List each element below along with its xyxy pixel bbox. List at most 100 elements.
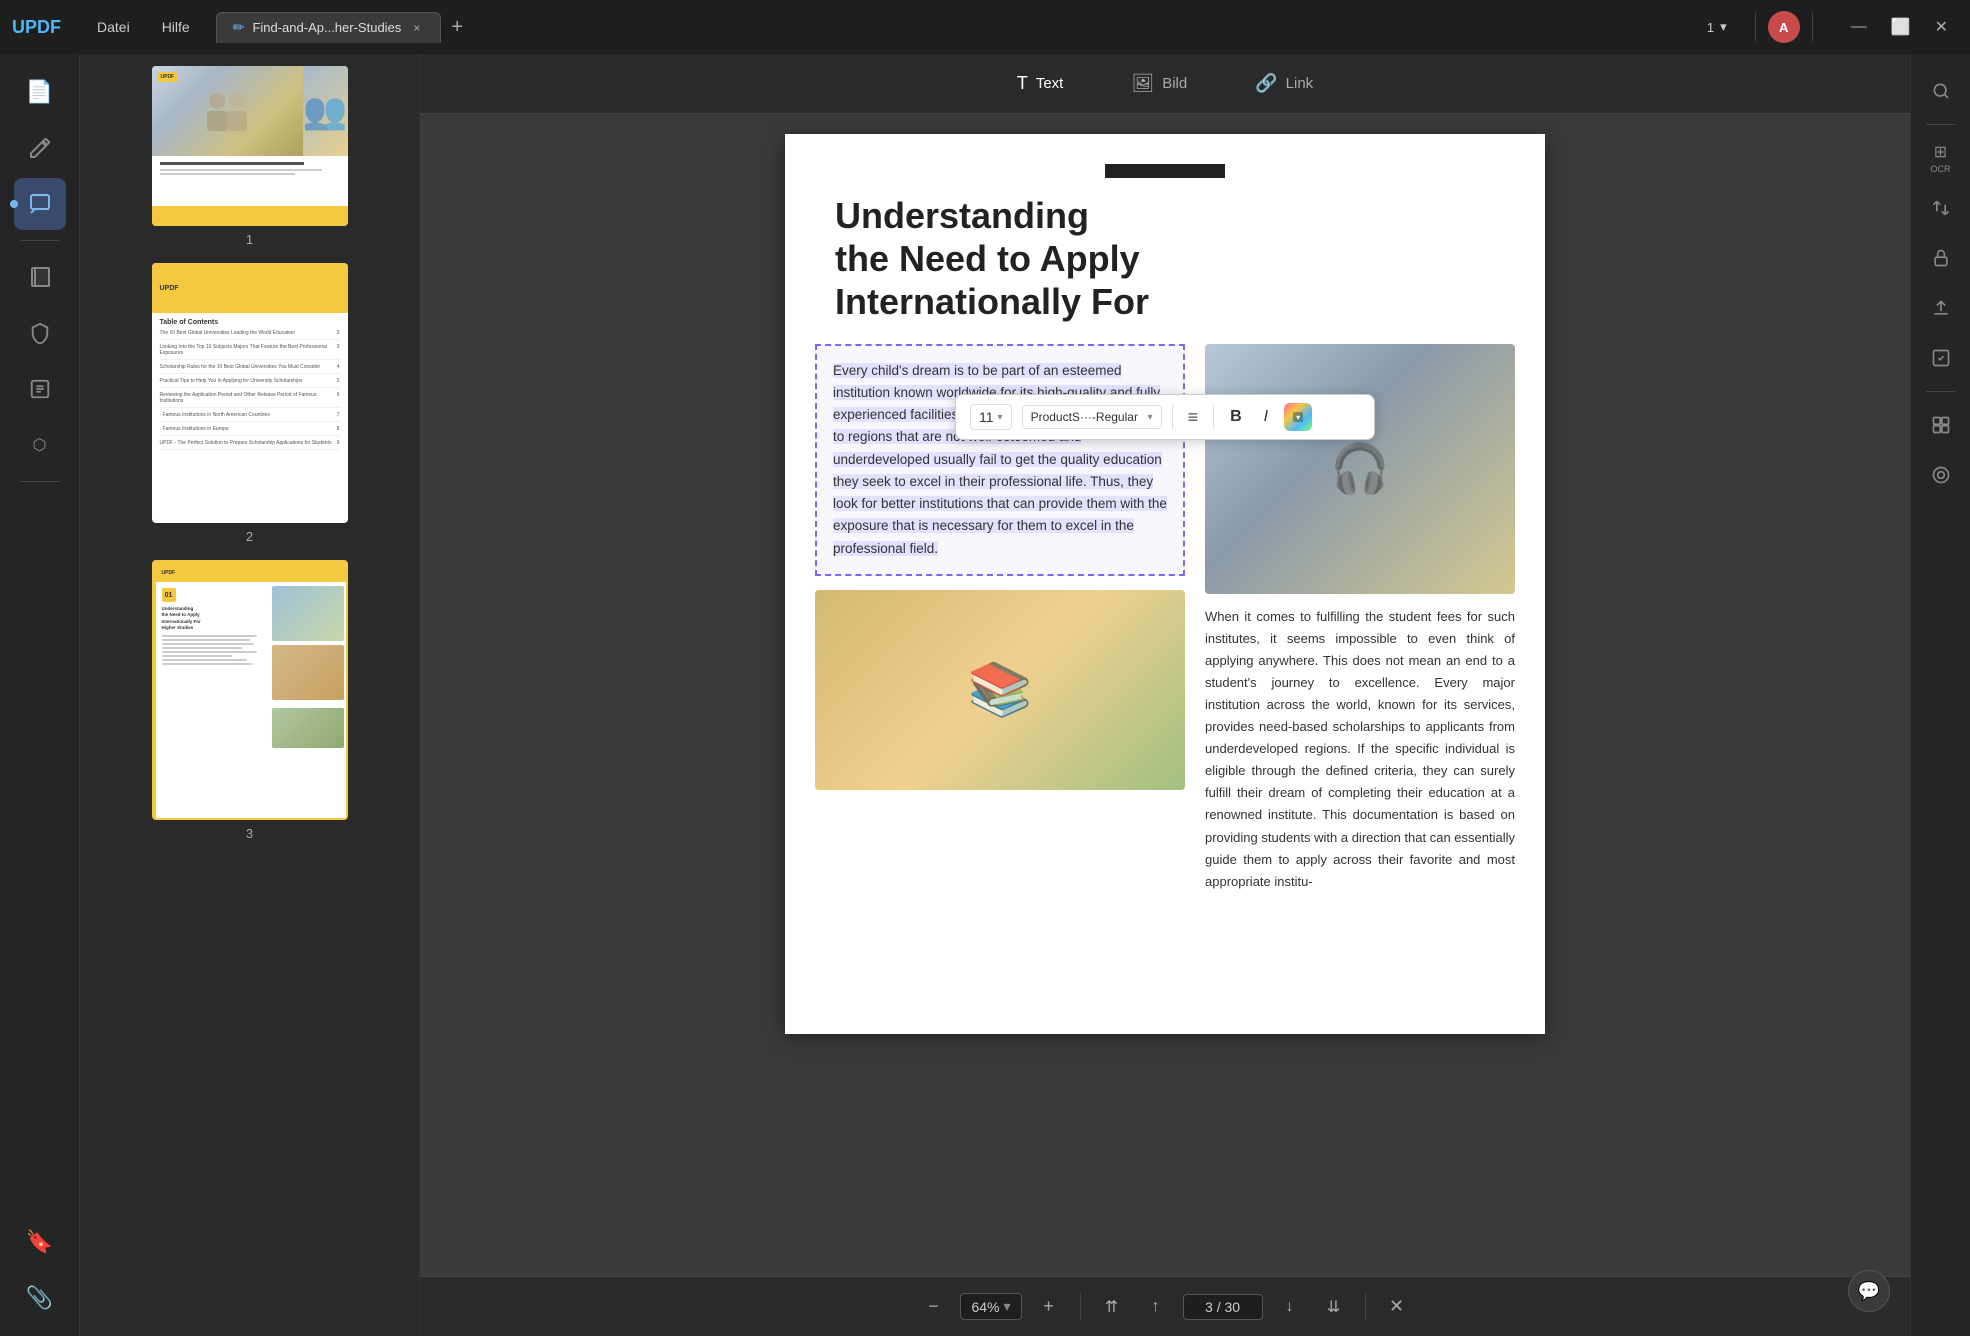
sidebar-comment-btn[interactable] xyxy=(14,178,66,230)
font-name-chevron: ▾ xyxy=(1148,412,1153,423)
thumb3-body: 01 Understandingthe Need to ApplyInterna… xyxy=(156,582,348,820)
thumb2-lines: The 10 Best Global Universities Leading … xyxy=(152,330,348,450)
bild-label: Bild xyxy=(1162,75,1187,92)
sidebar-paperclip-btn[interactable]: 📎 xyxy=(14,1272,66,1324)
maximize-btn[interactable]: ⬜ xyxy=(1881,13,1921,41)
link-tool[interactable]: 🔗 Link xyxy=(1241,67,1327,100)
thumbnail-2[interactable]: UPDF Table of Contents The 10 Best Globa… xyxy=(92,263,407,544)
pdf-main-title: Understandingthe Need to ApplyInternatio… xyxy=(785,194,1545,324)
thumb3-logo: UPDF xyxy=(162,570,176,576)
font-size-value: 11 xyxy=(979,409,994,425)
font-name-selector[interactable]: ProductS···-Regular ▾ xyxy=(1022,405,1162,429)
pdf-bottom-bar: − 64% ▾ + ⇈ ↑ 3 / 30 ↓ ⇊ ✕ xyxy=(420,1276,1910,1336)
tab-icon: ✏ xyxy=(233,19,245,36)
right-sidebar: ⊞ OCR xyxy=(1910,54,1970,1336)
nav-last-btn[interactable]: ⇊ xyxy=(1317,1290,1351,1324)
add-tab-btn[interactable]: + xyxy=(441,12,473,43)
ocr-label: OCR xyxy=(1931,164,1951,174)
sign-right-btn[interactable] xyxy=(1920,337,1962,379)
nav-prev-btn[interactable]: ↑ xyxy=(1139,1290,1173,1324)
thumb1-content: UPDF xyxy=(152,66,348,226)
sidebar-pages-btn[interactable]: 📄 xyxy=(14,66,66,118)
thumb-number-2: 2 xyxy=(246,529,253,544)
thumb-img-1[interactable]: UPDF xyxy=(152,66,348,226)
thumbnail-1[interactable]: UPDF 1 xyxy=(92,66,407,247)
close-zoom-btn[interactable]: ✕ xyxy=(1380,1290,1414,1324)
align-btn[interactable]: ≡ xyxy=(1183,404,1204,431)
page-nav-chevron[interactable]: ▾ xyxy=(1720,19,1727,35)
thumb1-logo: UPDF xyxy=(158,72,178,82)
zoom-in-btn[interactable]: + xyxy=(1032,1290,1066,1324)
bild-icon: 🖼 xyxy=(1131,73,1154,94)
titlebar: UPDF Datei Hilfe ✏ Find-and-Ap...her-Stu… xyxy=(0,0,1970,54)
font-size-selector[interactable]: 11 ▾ xyxy=(970,404,1012,430)
user-avatar[interactable]: A xyxy=(1768,11,1800,43)
menu-datei[interactable]: Datei xyxy=(81,11,146,43)
snapshot-right-btn[interactable] xyxy=(1920,454,1962,496)
thumb3-content: UPDF 01 Understandingthe Need to ApplyIn… xyxy=(154,562,348,820)
pdf-bottom-image xyxy=(815,590,1185,790)
thumb-img-3[interactable]: UPDF 01 Understandingthe Need to ApplyIn… xyxy=(152,560,348,820)
tab-main[interactable]: ✏ Find-and-Ap...her-Studies × xyxy=(216,12,442,43)
menu-hilfe[interactable]: Hilfe xyxy=(146,11,206,43)
thumbnail-panel: UPDF 1 UPDF Table of Contents xyxy=(80,54,420,1336)
bold-btn[interactable]: B xyxy=(1224,405,1248,429)
minimize-btn[interactable]: — xyxy=(1841,14,1877,40)
thumb3-header: UPDF xyxy=(156,564,348,582)
sep1 xyxy=(1172,405,1173,429)
tab-close-btn[interactable]: × xyxy=(409,19,424,37)
nav-first-btn[interactable]: ⇈ xyxy=(1095,1290,1129,1324)
zoom-out-btn[interactable]: − xyxy=(916,1290,950,1324)
thumb3-top-image xyxy=(272,586,344,641)
window-controls: — ⬜ ✕ xyxy=(1841,13,1958,41)
thumb3-subtitle: Understandingthe Need to ApplyInternatio… xyxy=(162,606,262,631)
thumb-img-2[interactable]: UPDF Table of Contents The 10 Best Globa… xyxy=(152,263,348,523)
page-sep: / xyxy=(1217,1299,1221,1315)
text-label: Text xyxy=(1036,75,1064,92)
tab-bar: ✏ Find-and-Ap...her-Studies × + xyxy=(216,12,962,43)
sidebar-edit-btn[interactable] xyxy=(14,122,66,174)
thumb-number-1: 1 xyxy=(246,232,253,247)
thumb3-num: 01 xyxy=(162,588,176,602)
main-area: 📄 xyxy=(0,54,1970,1336)
sidebar-form-btn[interactable] xyxy=(14,363,66,415)
thumbnail-3[interactable]: UPDF 01 Understandingthe Need to ApplyIn… xyxy=(92,560,407,841)
chat-btn[interactable]: 💬 xyxy=(1848,1270,1890,1312)
bild-tool[interactable]: 🖼 Bild xyxy=(1117,67,1201,100)
page-indicator: 3 / 30 xyxy=(1183,1294,1263,1320)
link-icon: 🔗 xyxy=(1255,73,1277,94)
color-picker-btn[interactable]: ▾ xyxy=(1284,403,1312,431)
organize-right-btn[interactable] xyxy=(1920,404,1962,446)
zoom-display[interactable]: 64% ▾ xyxy=(960,1293,1021,1320)
italic-btn[interactable]: I xyxy=(1258,405,1274,429)
close-btn[interactable]: ✕ xyxy=(1925,13,1958,41)
zoom-chevron: ▾ xyxy=(1004,1298,1011,1315)
search-right-btn[interactable] xyxy=(1920,70,1962,112)
sidebar-protect-btn[interactable] xyxy=(14,307,66,359)
text-edit-toolbar: 11 ▾ ProductS···-Regular ▾ ≡ B I ▾ xyxy=(955,394,1375,440)
protect-right-btn[interactable] xyxy=(1920,237,1962,279)
nav-next-btn[interactable]: ↓ xyxy=(1273,1290,1307,1324)
color-picker-chevron: ▾ xyxy=(1293,412,1303,422)
convert-right-btn[interactable] xyxy=(1920,187,1962,229)
sidebar-layers-btn[interactable]: ⬡ xyxy=(14,419,66,471)
left-sidebar: 📄 xyxy=(0,54,80,1336)
ocr-icon: ⊞ xyxy=(1934,142,1947,162)
pdf-page: Understandingthe Need to ApplyInternatio… xyxy=(785,134,1545,1034)
page-current: 3 xyxy=(1205,1299,1213,1315)
tab-label: Find-and-Ap...her-Studies xyxy=(252,20,401,35)
ocr-right-btn[interactable]: ⊞ OCR xyxy=(1920,137,1962,179)
sidebar-bookmark-btn[interactable]: 🔖 xyxy=(14,1216,66,1268)
sidebar-pages2-btn[interactable] xyxy=(14,251,66,303)
thumb1-body xyxy=(152,156,348,183)
thumb2-logo: UPDF xyxy=(160,285,179,292)
pdf-right-image xyxy=(1205,344,1515,594)
pdf-area: T Text 🖼 Bild 🔗 Link 11 ▾ ProductS· xyxy=(420,54,1910,1336)
text-tool[interactable]: T Text xyxy=(1003,67,1078,100)
menu-bar: Datei Hilfe xyxy=(81,11,206,43)
selected-text-box[interactable]: Every child's dream is to be part of an … xyxy=(815,344,1185,576)
font-size-chevron: ▾ xyxy=(998,412,1003,423)
right-divider-1 xyxy=(1926,124,1956,125)
thumb3-left: 01 Understandingthe Need to ApplyInterna… xyxy=(156,582,268,820)
share-right-btn[interactable] xyxy=(1920,287,1962,329)
